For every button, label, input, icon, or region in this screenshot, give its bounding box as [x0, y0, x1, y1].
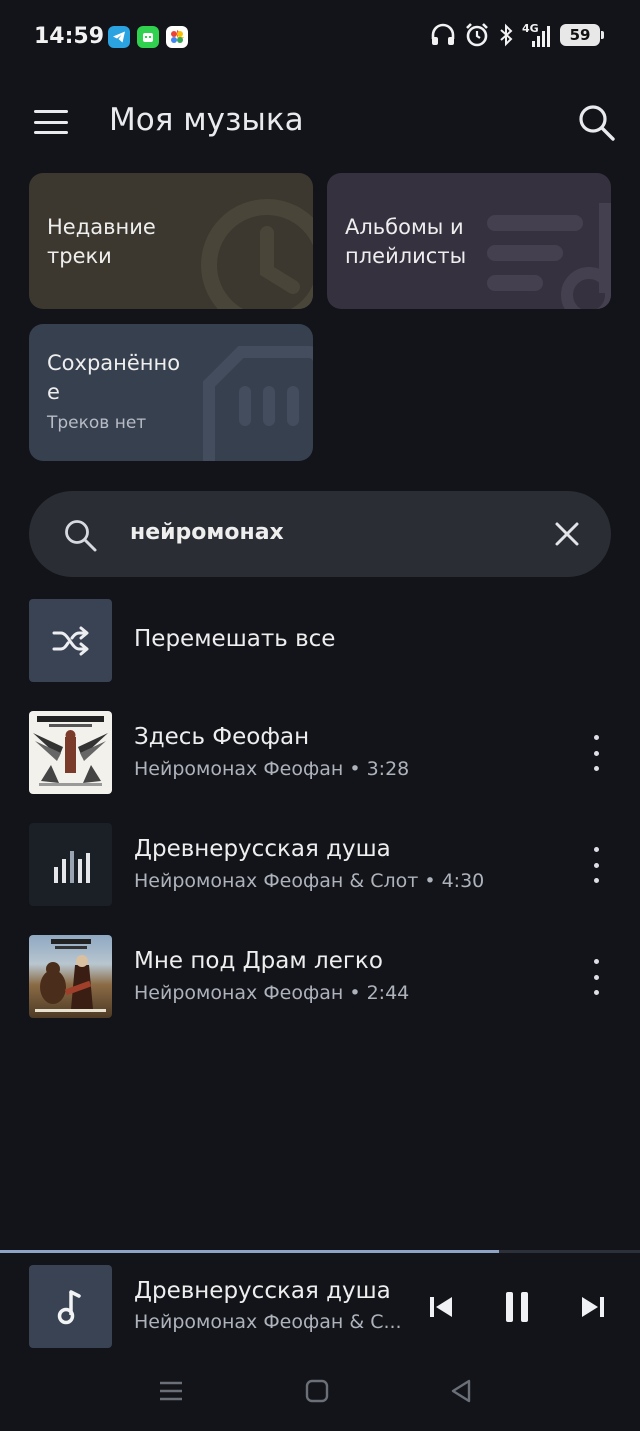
pause-icon[interactable] — [497, 1287, 537, 1327]
track-title: Здесь Феофан — [134, 724, 310, 750]
recent-apps-icon[interactable] — [153, 1376, 189, 1406]
headphones-icon — [431, 23, 455, 45]
album-art — [29, 935, 112, 1018]
track-title: Мне под Драм легко — [134, 948, 383, 974]
track-row[interactable]: Здесь Феофан Нейромонах Феофан • 3:28 — [29, 711, 611, 794]
shuffle-all-row[interactable]: Перемешать все — [29, 599, 611, 682]
more-options-icon[interactable] — [586, 735, 606, 771]
back-icon[interactable] — [443, 1376, 479, 1406]
tile-saved[interactable]: Сохранённо е Треков нет — [29, 324, 313, 461]
page-title: Моя музыка — [109, 102, 304, 138]
tile-recent-tracks[interactable]: Недавние треки — [29, 173, 313, 309]
app-store-icon — [137, 26, 159, 48]
status-icons: 4G 59 — [430, 22, 604, 48]
player-track-subtitle[interactable]: Нейромонах Феофан & С... — [134, 1311, 402, 1333]
search-bar[interactable]: нейромонах — [29, 491, 611, 577]
more-options-icon[interactable] — [586, 847, 606, 883]
playback-progress-fill — [0, 1250, 500, 1253]
track-row[interactable]: Мне под Драм легко Нейромонах Феофан • 2… — [29, 935, 611, 1018]
track-title: Древнерусская душа — [134, 836, 391, 862]
shuffle-all-label: Перемешать все — [134, 626, 336, 652]
tile-albums-label: Альбомы и плейлисты — [345, 215, 467, 268]
telegram-icon — [108, 26, 130, 48]
track-subtitle: Нейромонах Феофан & Слот • 4:30 — [134, 870, 485, 892]
more-options-icon[interactable] — [586, 959, 606, 995]
track-subtitle: Нейромонах Феофан • 3:28 — [134, 758, 410, 780]
alarm-icon — [466, 23, 488, 47]
menu-icon[interactable] — [34, 110, 68, 134]
next-track-icon[interactable] — [573, 1287, 613, 1327]
previous-track-icon[interactable] — [421, 1287, 461, 1327]
album-art — [29, 711, 112, 794]
now-playing-indicator-icon — [29, 823, 112, 906]
tile-saved-subtitle: Треков нет — [47, 413, 147, 433]
player-track-title[interactable]: Древнерусская душа — [134, 1278, 391, 1304]
signal-icon: 4G — [522, 23, 552, 47]
track-subtitle: Нейромонах Феофан • 2:44 — [134, 982, 410, 1004]
bluetooth-icon — [500, 23, 513, 47]
music-note-icon[interactable] — [29, 1265, 112, 1348]
photos-icon — [166, 26, 188, 48]
shuffle-icon — [29, 599, 112, 682]
home-icon[interactable] — [299, 1376, 335, 1406]
search-input[interactable]: нейромонах — [130, 520, 284, 545]
status-time: 14:59 — [34, 24, 105, 49]
tile-recent-label: Недавние треки — [47, 215, 156, 268]
battery-icon: 59 — [560, 24, 604, 46]
tile-albums-playlists[interactable]: Альбомы и плейлисты — [327, 173, 611, 309]
tile-saved-label: Сохранённо е — [47, 351, 181, 404]
search-icon[interactable] — [576, 102, 616, 142]
clear-search-icon[interactable] — [553, 520, 581, 548]
sd-card-icon — [203, 346, 313, 461]
search-field-icon — [65, 520, 97, 552]
track-row[interactable]: Древнерусская душа Нейромонах Феофан & С… — [29, 823, 611, 906]
